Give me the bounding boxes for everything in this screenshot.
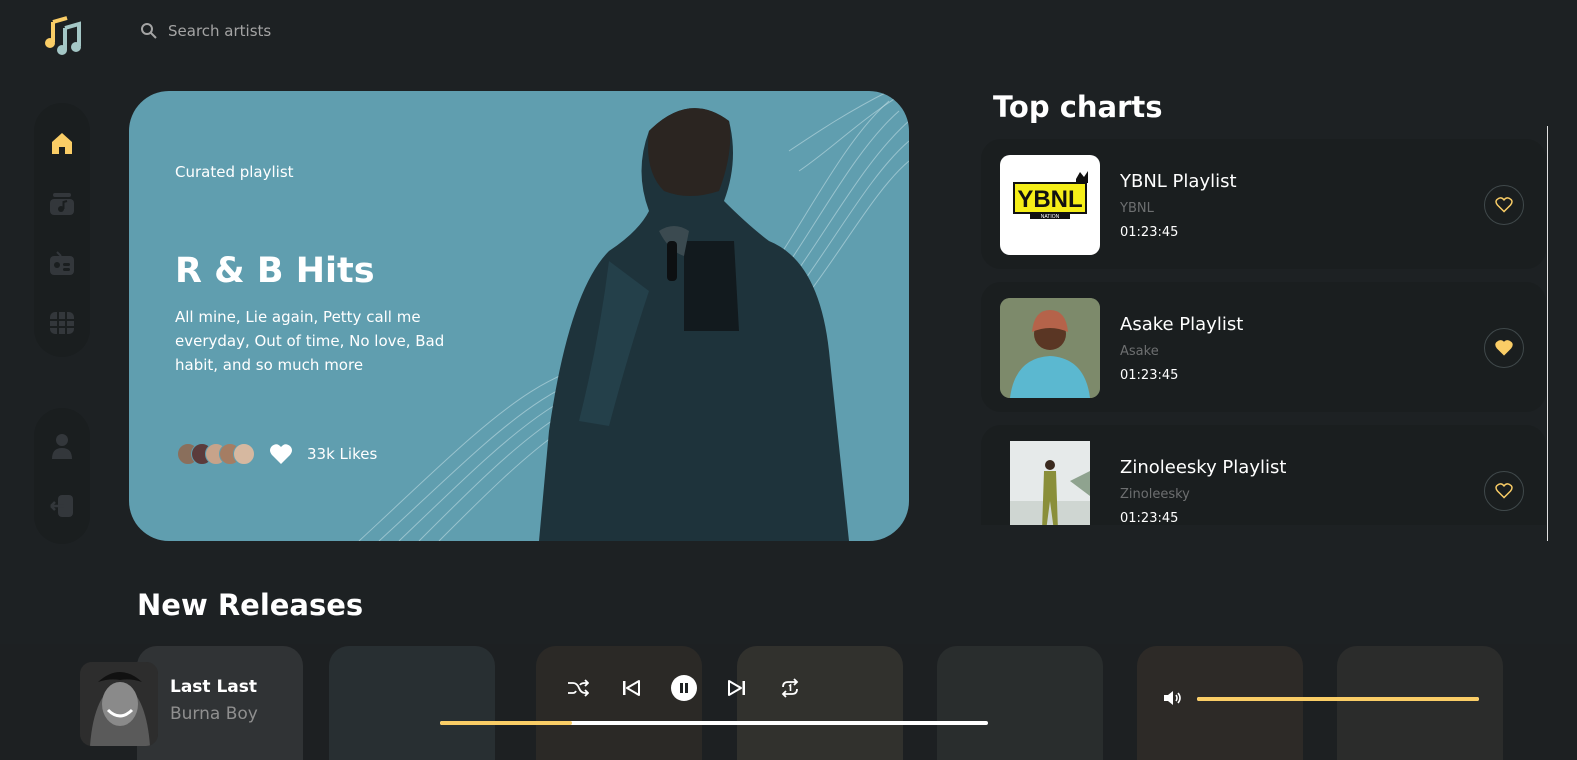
chart-cover — [1010, 441, 1090, 525]
music-player-bar: Last Last Burna Boy — [0, 644, 1577, 760]
top-charts-list: YBNL NATION YBNL Playlist YBNL 01:23:45 … — [981, 139, 1546, 525]
repeat-one-icon — [781, 678, 799, 698]
pause-button[interactable] — [671, 675, 697, 701]
playback-controls — [565, 675, 803, 701]
nav-videos[interactable] — [42, 303, 82, 343]
skip-forward-icon — [728, 680, 745, 696]
search-input[interactable] — [168, 22, 468, 40]
chart-name: YBNL Playlist — [1120, 171, 1237, 192]
ybnl-logo: YBNL NATION — [1013, 171, 1088, 220]
now-playing-cover — [80, 662, 158, 746]
grid-icon — [50, 312, 74, 334]
now-playing-title: Last Last — [170, 677, 258, 697]
chart-duration: 01:23:45 — [1120, 511, 1179, 525]
chart-duration: 01:23:45 — [1120, 368, 1179, 383]
like-button[interactable] — [1484, 185, 1524, 225]
chart-artist: Zinoleesky — [1120, 487, 1190, 502]
volume-icon[interactable] — [1163, 689, 1183, 707]
sidebar-account-nav — [34, 408, 90, 544]
burna-boy-cover — [80, 662, 158, 746]
nav-radio[interactable] — [42, 243, 82, 283]
volume-slider[interactable] — [1197, 697, 1479, 701]
playlist-icon — [50, 193, 74, 215]
chart-name: Zinoleesky Playlist — [1120, 457, 1287, 478]
hero-likes: 33k Likes — [177, 443, 377, 465]
pause-icon — [680, 683, 688, 693]
next-button[interactable] — [724, 675, 750, 701]
avatar — [233, 443, 255, 465]
search-bar[interactable] — [140, 22, 468, 40]
asake-portrait — [1000, 298, 1100, 398]
chart-card[interactable]: YBNL NATION YBNL Playlist YBNL 01:23:45 — [981, 139, 1546, 269]
nav-home[interactable] — [42, 123, 82, 163]
ybnl-logo-subtext: NATION — [1041, 214, 1060, 220]
shuffle-button[interactable] — [565, 675, 591, 701]
heart-outline-icon — [1495, 483, 1513, 499]
singer-figure — [539, 108, 849, 541]
chart-card[interactable]: Zinoleesky Playlist Zinoleesky 01:23:45 — [981, 425, 1546, 525]
heart-icon[interactable] — [269, 443, 293, 465]
chart-duration: 01:23:45 — [1120, 225, 1179, 240]
charts-scrollbar[interactable] — [1547, 126, 1548, 541]
nav-playlists[interactable] — [42, 183, 82, 223]
music-logo-icon[interactable] — [43, 16, 83, 56]
radio-icon — [50, 251, 74, 275]
ybnl-logo-text: YBNL — [1017, 186, 1082, 213]
heart-filled-icon — [1495, 340, 1513, 356]
sidebar-main-nav — [34, 103, 90, 357]
user-icon — [52, 434, 72, 459]
repeat-button[interactable] — [777, 675, 803, 701]
volume-slider-fill — [1197, 697, 1479, 701]
hero-description: All mine, Lie again, Petty call me every… — [175, 308, 445, 374]
new-releases-title: New Releases — [137, 588, 364, 622]
chart-name: Asake Playlist — [1120, 314, 1244, 335]
nav-profile[interactable] — [42, 426, 82, 466]
liker-avatars — [177, 443, 255, 465]
previous-button[interactable] — [618, 675, 644, 701]
home-icon — [52, 133, 72, 154]
shuffle-icon — [568, 679, 589, 697]
chart-cover: YBNL NATION — [1000, 155, 1100, 255]
search-icon — [141, 23, 157, 39]
like-button[interactable] — [1484, 471, 1524, 511]
now-playing-artist: Burna Boy — [170, 704, 258, 724]
chart-artist: Asake — [1120, 344, 1159, 359]
nav-logout[interactable] — [42, 486, 82, 526]
skip-back-icon — [623, 680, 640, 696]
chart-cover — [1000, 298, 1100, 398]
likes-count: 33k Likes — [307, 445, 378, 463]
chart-artist: YBNL — [1120, 201, 1154, 216]
chart-card[interactable]: Asake Playlist Asake 01:23:45 — [981, 282, 1546, 412]
playback-progress-bar[interactable] — [440, 721, 988, 725]
zinoleesky-portrait — [1010, 441, 1090, 525]
hero-kicker: Curated playlist — [175, 163, 294, 181]
featured-playlist-hero[interactable]: Curated playlist R & B Hits All mine, Li… — [129, 91, 909, 541]
like-button[interactable] — [1484, 328, 1524, 368]
playback-progress-fill — [440, 721, 572, 725]
hero-title: R & B Hits — [175, 251, 375, 291]
heart-outline-icon — [1495, 197, 1513, 213]
top-charts-title: Top charts — [993, 90, 1163, 124]
logout-icon — [50, 495, 73, 517]
